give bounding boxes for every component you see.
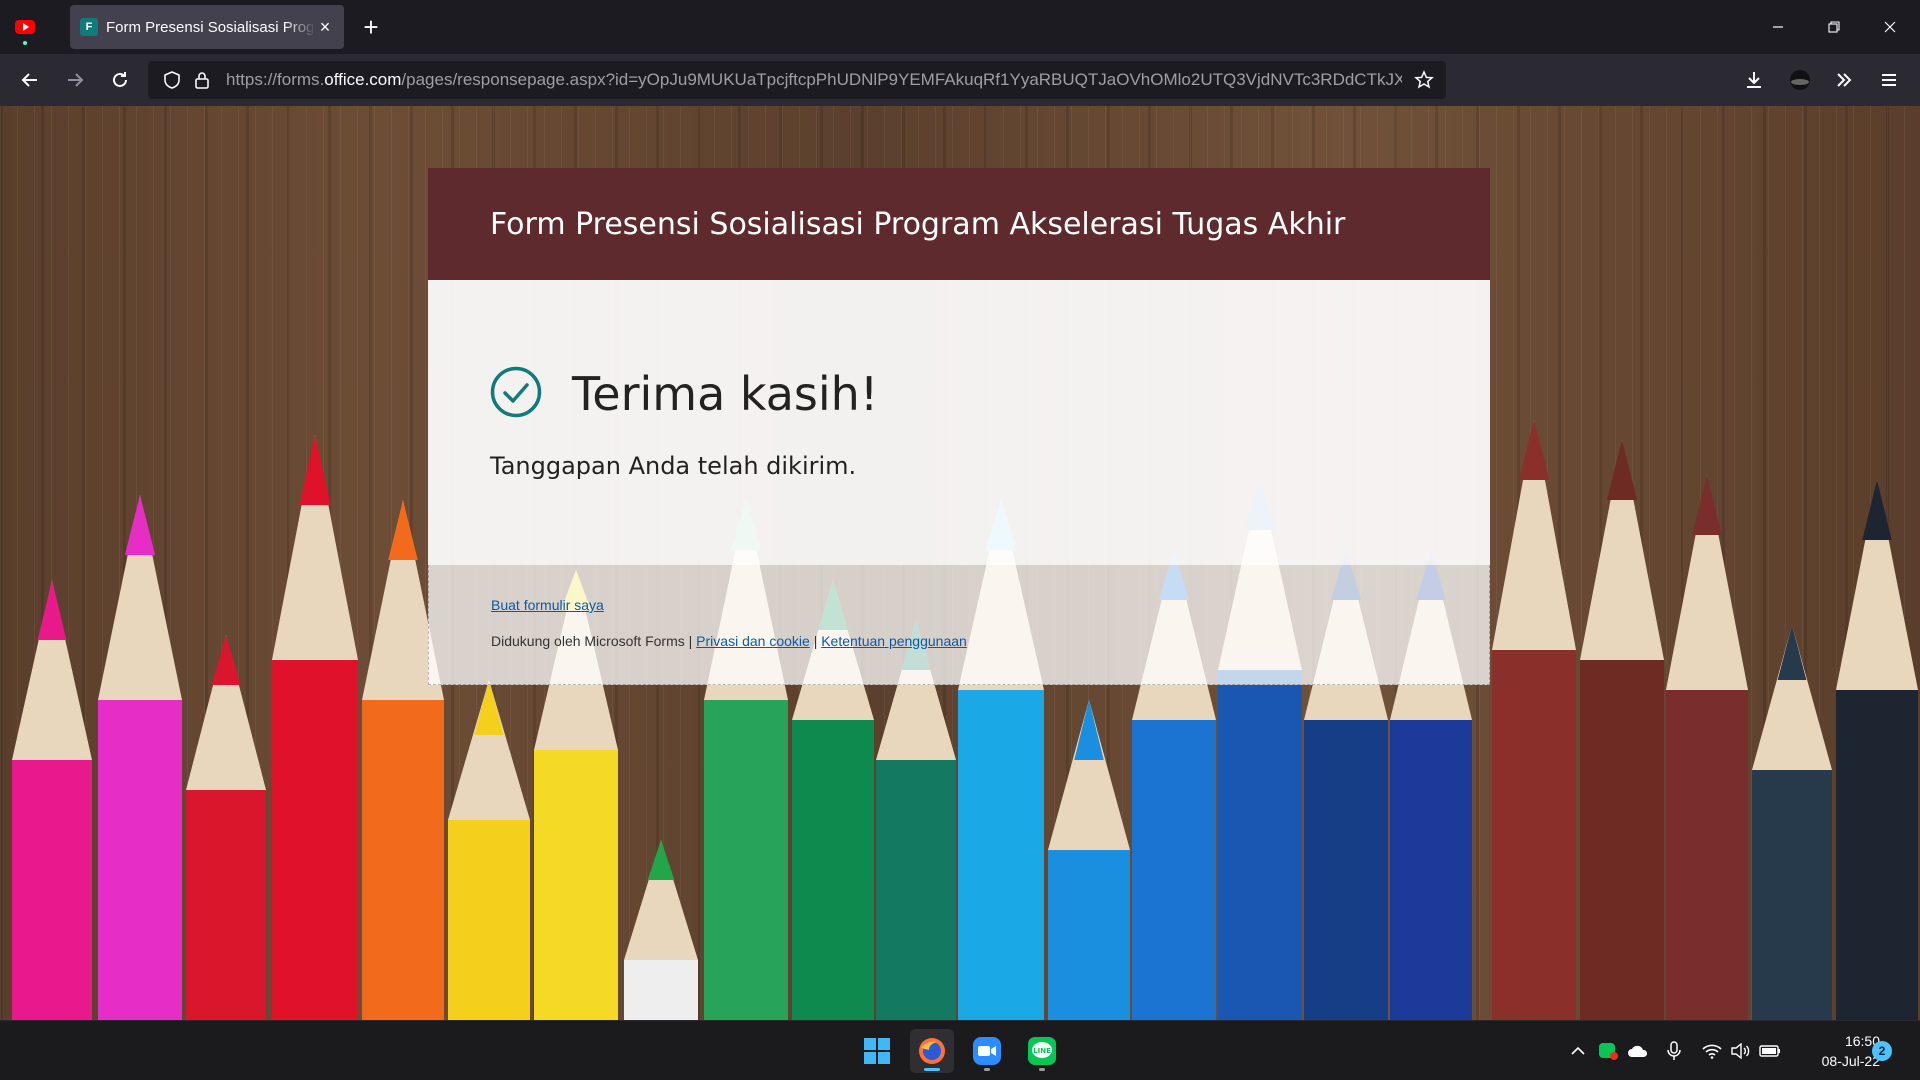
minimize-button[interactable] [1755, 0, 1801, 54]
url-path: /pages/responsepage.aspx?id=yOpJu9MUKUaT… [401, 70, 1402, 89]
wifi-icon [1702, 1044, 1722, 1059]
svg-text:LINE: LINE [1033, 1047, 1051, 1055]
menu-button[interactable] [1873, 64, 1905, 96]
footer-legal: Didukung oleh Microsoft Forms | Privasi … [491, 633, 1427, 649]
clock-date: 08-Jul-22 [1821, 1053, 1880, 1069]
tray-onedrive[interactable] [1626, 1039, 1650, 1063]
create-form-link[interactable]: Buat formulir saya [491, 597, 604, 613]
taskbar-zoom[interactable] [965, 1029, 1009, 1073]
hamburger-icon [1882, 74, 1896, 86]
forward-button[interactable] [59, 64, 91, 96]
pencil-decoration [1580, 440, 1664, 1020]
double-chevron-right-icon [1837, 73, 1852, 87]
separator: | [813, 633, 818, 649]
clock-time: 16:50 [1844, 1033, 1880, 1049]
zoom-icon [973, 1037, 1001, 1065]
tab-active[interactable]: F Form Presensi Sosialisasi Program Akse… [70, 5, 344, 49]
url-prefix: https://forms. [226, 70, 325, 89]
pencil-decoration [186, 635, 266, 1020]
address-bar[interactable]: https://forms.office.com/pages/responsep… [148, 61, 1446, 99]
form-title: Form Presensi Sosialisasi Program Aksele… [490, 206, 1346, 242]
volume-icon [1731, 1043, 1750, 1059]
lock-icon[interactable] [192, 70, 212, 90]
pencil-decoration [448, 680, 530, 1020]
shield-icon[interactable] [162, 70, 182, 90]
line-tray-icon [1599, 1043, 1618, 1060]
privacy-link[interactable]: Privasi dan cookie [696, 633, 810, 649]
arrow-right-icon [68, 73, 84, 87]
account-button[interactable] [1784, 64, 1816, 96]
windows-start-icon [864, 1038, 890, 1064]
submitted-message: Tanggapan Anda telah dikirim. [490, 452, 857, 480]
pencil-decoration [98, 495, 182, 1020]
reload-button[interactable] [104, 64, 136, 96]
show-hidden-icons-button[interactable] [1566, 1039, 1590, 1063]
url-host: office.com [324, 70, 402, 89]
tray-volume[interactable] [1729, 1039, 1753, 1063]
taskbar-line[interactable]: LINE [1020, 1029, 1064, 1073]
download-icon [1747, 72, 1761, 88]
running-indicator [924, 1068, 940, 1071]
terms-link[interactable]: Ketentuan penggunaan [821, 633, 967, 649]
browser-tab-bar: F Form Presensi Sosialisasi Program Akse… [0, 0, 1920, 54]
onedrive-icon [1628, 1045, 1648, 1057]
battery-icon [1759, 1045, 1780, 1057]
restore-button[interactable] [1811, 0, 1857, 54]
pencil-decoration [272, 435, 358, 1020]
url-text[interactable]: https://forms.office.com/pages/responsep… [226, 70, 1402, 90]
pencil-decoration [1048, 700, 1130, 1020]
pinned-tab-youtube[interactable] [12, 16, 38, 45]
minimize-icon [1773, 26, 1783, 28]
tab-title: Form Presensi Sosialisasi Program Aksele… [106, 18, 316, 36]
new-tab-button[interactable]: + [356, 12, 386, 42]
tray-line[interactable] [1596, 1039, 1620, 1063]
chevron-up-icon [1571, 1046, 1585, 1055]
tray-wifi[interactable] [1700, 1039, 1724, 1063]
close-icon [1884, 21, 1896, 33]
firefox-icon [919, 1038, 945, 1064]
pencil-decoration [1836, 480, 1918, 1020]
separator: | [688, 633, 693, 649]
form-footer: Buat formulir saya Didukung oleh Microso… [428, 565, 1490, 685]
line-icon: LINE [1028, 1037, 1056, 1065]
powered-by-text: Didukung oleh Microsoft Forms [491, 633, 685, 649]
tray-microphone[interactable] [1662, 1039, 1686, 1063]
taskbar-firefox[interactable] [910, 1029, 954, 1073]
extensions-overflow-button[interactable] [1828, 64, 1860, 96]
tray-battery[interactable] [1758, 1039, 1782, 1063]
reload-icon [113, 72, 127, 87]
downloads-button[interactable] [1738, 64, 1770, 96]
star-icon[interactable] [1414, 70, 1434, 90]
pencil-decoration [12, 580, 92, 1020]
restore-icon [1828, 21, 1840, 33]
tab-audio-indicator [23, 41, 27, 45]
pencil-decoration [1666, 475, 1748, 1020]
close-window-button[interactable] [1867, 0, 1913, 54]
youtube-icon [15, 20, 35, 34]
back-button[interactable] [14, 64, 46, 96]
confirmation-panel: Terima kasih! Tanggapan Anda telah dikir… [428, 280, 1490, 565]
tab-close-icon[interactable]: × [316, 17, 334, 38]
notification-badge[interactable]: 2 [1872, 1041, 1892, 1061]
pencil-decoration [624, 840, 698, 1020]
taskbar: LINE 16:50 08-Jul-22 2 [0, 1020, 1920, 1080]
pencil-decoration [1752, 625, 1832, 1020]
forms-icon: F [80, 18, 98, 36]
thank-you-heading: Terima kasih! [572, 367, 879, 421]
checkmark-circle-icon [490, 366, 542, 418]
pencil-decoration [1492, 420, 1576, 1020]
arrow-left-icon [21, 73, 37, 87]
avatar-icon [1790, 70, 1810, 90]
start-button[interactable] [855, 1029, 899, 1073]
form-header: Form Presensi Sosialisasi Program Aksele… [428, 168, 1490, 280]
running-indicator [1039, 1068, 1045, 1071]
taskbar-clock[interactable]: 16:50 08-Jul-22 [1796, 1031, 1880, 1071]
browser-nav-bar: https://forms.office.com/pages/responsep… [0, 54, 1920, 106]
running-indicator [984, 1068, 990, 1071]
microphone-icon [1667, 1041, 1681, 1060]
